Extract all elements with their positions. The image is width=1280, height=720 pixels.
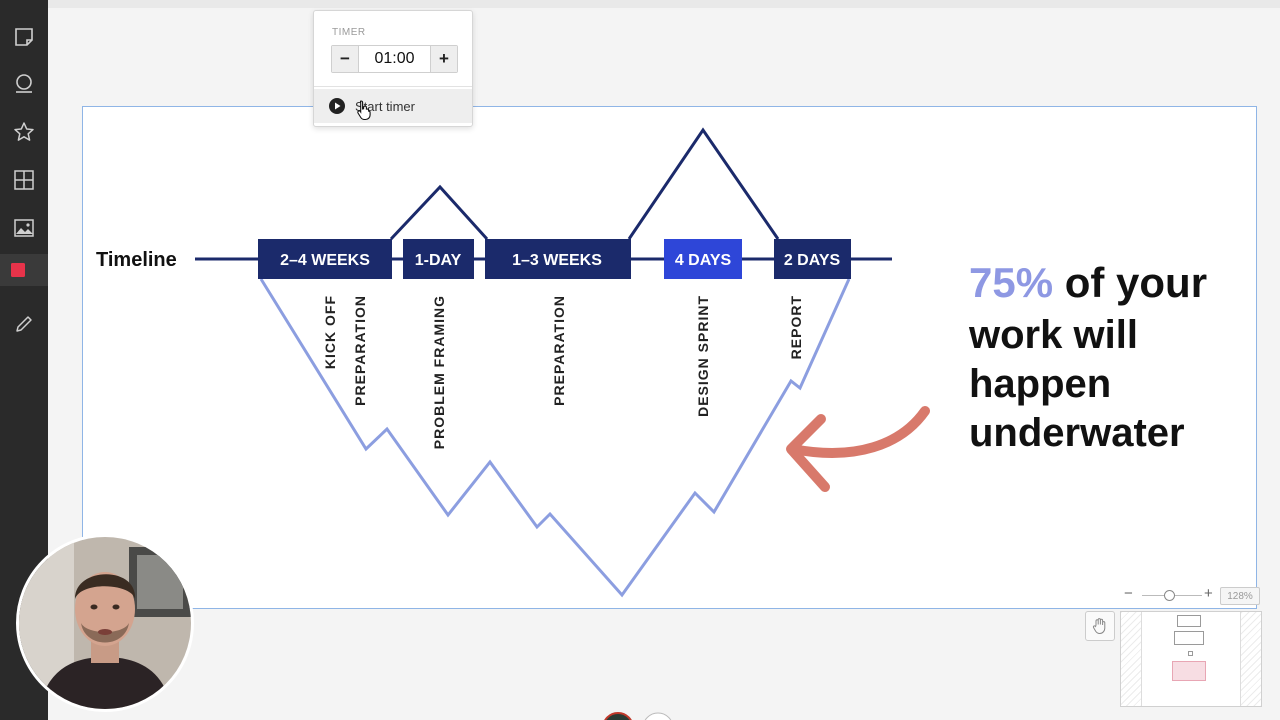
- minimap[interactable]: [1120, 611, 1262, 707]
- zoom-slider-handle[interactable]: [1163, 590, 1175, 601]
- activity-label: PREPARATION: [551, 295, 567, 406]
- start-timer-button[interactable]: Start timer: [314, 89, 472, 123]
- zoom-control: − + 128%: [1120, 585, 1260, 606]
- minimap-frame: [1177, 615, 1201, 627]
- phase-box: 1-DAY: [403, 239, 474, 279]
- comment-icon: [16, 74, 32, 93]
- phase-label: 2 DAYS: [784, 252, 841, 269]
- timer-stepper: − 01:00 +: [331, 45, 458, 73]
- iceberg-diagram: 2–4 WEEKS 1-DAY 1–3 WEEKS 4 DAYS 2 DAYS …: [96, 127, 1207, 598]
- timer-title: TIMER: [332, 27, 366, 38]
- headline-rest: of your: [1053, 259, 1207, 306]
- pan-button[interactable]: [1085, 611, 1115, 641]
- timeline-label: Timeline: [96, 249, 177, 271]
- phase-label: 2–4 WEEKS: [280, 252, 370, 269]
- small-peak: [389, 184, 489, 241]
- activity-label: PREPARATION: [352, 295, 368, 406]
- minimap-frame: [1174, 631, 1204, 645]
- sticky-note-tool[interactable]: [8, 21, 40, 53]
- headline-line-1: 75% of your: [969, 259, 1207, 306]
- pencil-tool[interactable]: [8, 308, 40, 340]
- zoom-in-button[interactable]: +: [1204, 585, 1213, 602]
- shape-icon: [11, 263, 25, 277]
- activity-label: DESIGN SPRINT: [695, 295, 711, 417]
- grid-icon: [14, 170, 34, 190]
- timer-decrement-button[interactable]: −: [332, 46, 358, 72]
- headline-line-3: happen: [969, 362, 1111, 406]
- canvas-top-edge: [48, 0, 1280, 8]
- activity-label: KICK OFF: [322, 295, 338, 369]
- slide-frame[interactable]: 2–4 WEEKS 1-DAY 1–3 WEEKS 4 DAYS 2 DAYS …: [82, 106, 1257, 609]
- phase-box: 2 DAYS: [774, 239, 851, 279]
- pencil-icon: [16, 316, 32, 332]
- shape-tool[interactable]: [0, 254, 48, 286]
- timer-increment-button[interactable]: +: [431, 46, 457, 72]
- hand-icon: [1092, 618, 1106, 635]
- bottom-controls: [603, 712, 673, 720]
- record-icon[interactable]: [603, 712, 633, 720]
- phase-box: 1–3 WEEKS: [485, 239, 631, 279]
- slide-content: 2–4 WEEKS 1-DAY 1–3 WEEKS 4 DAYS 2 DAYS …: [89, 113, 1250, 602]
- comment-tool[interactable]: [8, 68, 40, 100]
- image-icon: [14, 219, 34, 237]
- phase-box-highlighted: 4 DAYS: [664, 239, 742, 279]
- zoom-out-button[interactable]: −: [1124, 585, 1133, 602]
- phase-box: 2–4 WEEKS: [258, 239, 392, 279]
- sticky-note-icon: [15, 28, 33, 46]
- presenter-webcam: [16, 534, 194, 712]
- activity-label: PROBLEM FRAMING: [431, 295, 447, 449]
- phase-label: 4 DAYS: [675, 252, 732, 269]
- minimap-viewport[interactable]: [1141, 612, 1241, 706]
- image-tool[interactable]: [8, 212, 40, 244]
- activity-label: REPORT: [788, 295, 804, 359]
- headline-highlight: 75%: [969, 259, 1053, 306]
- zoom-percent[interactable]: 128%: [1220, 587, 1260, 605]
- phase-label: 1–3 WEEKS: [512, 252, 602, 269]
- headline-line-4: underwater: [969, 411, 1185, 455]
- presenter-video: [19, 537, 191, 709]
- grid-tool[interactable]: [8, 164, 40, 196]
- options-icon[interactable]: [643, 712, 673, 720]
- timer-divider: [314, 86, 472, 87]
- play-icon: [329, 98, 345, 114]
- curved-arrow-icon: [786, 406, 930, 492]
- hand-cursor-icon: [357, 100, 371, 121]
- large-peak: [627, 127, 780, 240]
- timer-value-input[interactable]: 01:00: [358, 46, 431, 72]
- minimap-current-frame: [1172, 661, 1206, 681]
- timer-popup: TIMER − 01:00 + Start timer: [313, 10, 473, 127]
- star-icon: [14, 122, 34, 141]
- headline-line-2: work will: [968, 313, 1138, 357]
- minimap-frame: [1188, 651, 1193, 656]
- favorites-tool[interactable]: [8, 116, 40, 148]
- phase-label: 1-DAY: [415, 252, 462, 269]
